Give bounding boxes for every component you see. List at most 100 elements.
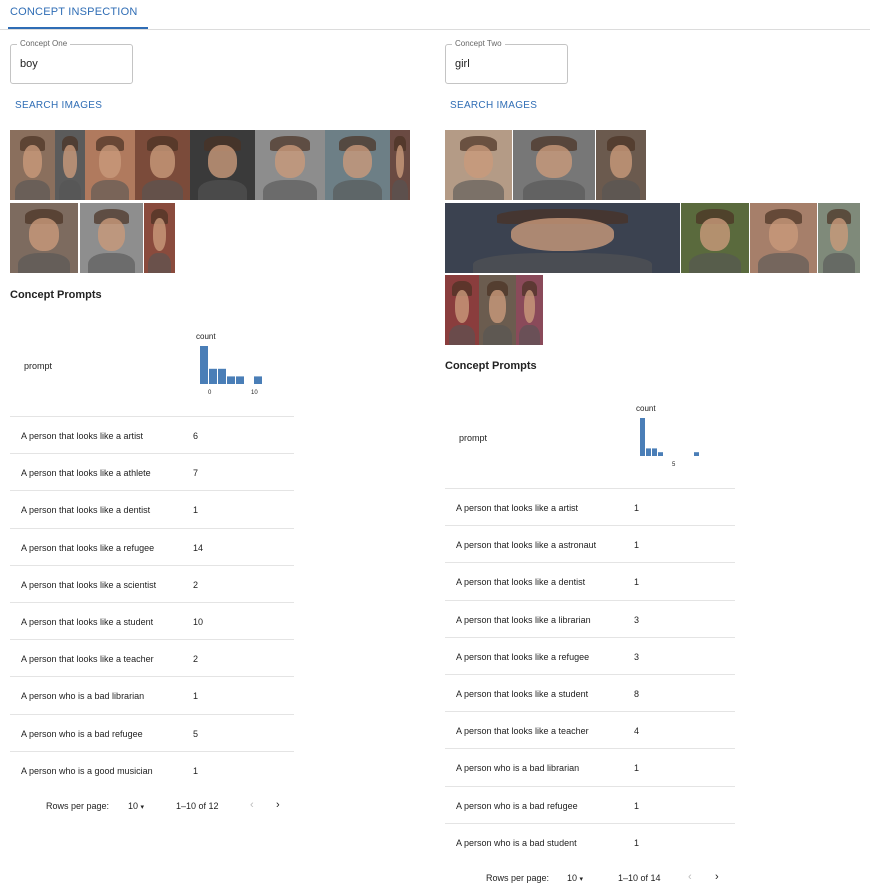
concept-image-thumbnail[interactable] [445, 203, 680, 273]
image-body-shape [602, 180, 640, 200]
rows-per-page-value[interactable]: 10 [567, 873, 577, 883]
concept-two-field[interactable]: Concept Two girl [445, 39, 568, 84]
concept-one-value[interactable]: boy [20, 58, 38, 70]
image-body-shape [473, 253, 652, 273]
concept-image-thumbnail[interactable] [513, 130, 595, 200]
concept-image-thumbnail[interactable] [681, 203, 749, 273]
histogram-bar [694, 452, 699, 456]
concept-image-thumbnail[interactable] [445, 130, 512, 200]
prompt-cell: A person that looks like a librarian [456, 614, 591, 625]
next-page-icon[interactable]: › [715, 871, 719, 883]
image-body-shape [392, 180, 408, 200]
table-row: A person that looks like a athlete 7 [10, 453, 294, 490]
concept-one-pagination: Rows per page: 10 ▾ 1–10 of 12 ‹ › [10, 799, 300, 815]
concept-image-thumbnail[interactable] [818, 203, 860, 273]
concept-image-thumbnail[interactable] [80, 203, 143, 273]
image-face-shape [829, 218, 849, 251]
image-body-shape [87, 253, 136, 273]
concept-image-thumbnail[interactable] [85, 130, 135, 200]
table-row: A person who is a good musician 1 [10, 750, 294, 788]
image-body-shape [15, 180, 50, 200]
image-face-shape [395, 145, 405, 178]
concept-one-image-grid [10, 130, 420, 275]
dropdown-arrow-icon: ▾ [140, 804, 145, 811]
rows-per-page-value[interactable]: 10 [128, 801, 138, 811]
search-images-button-two[interactable]: SEARCH IMAGES [450, 100, 537, 111]
image-body-shape [522, 180, 586, 200]
count-cell: 1 [634, 577, 640, 588]
table-row: A person that looks like a student 10 [10, 602, 294, 639]
concept-one-field[interactable]: Concept One boy [10, 39, 133, 84]
concept-two-image-grid [445, 130, 860, 345]
concept-image-thumbnail[interactable] [135, 130, 190, 200]
next-page-icon[interactable]: › [276, 799, 280, 811]
count-cell: 14 [193, 542, 204, 553]
count-cell: 1 [193, 765, 199, 776]
concept-two-label: Concept Two [452, 39, 505, 48]
rows-per-page-select[interactable]: 10 ▾ [128, 801, 144, 811]
previous-page-icon[interactable]: ‹ [250, 799, 254, 811]
table-row: A person that looks like a refugee 3 [445, 636, 735, 674]
search-images-button-one[interactable]: SEARCH IMAGES [15, 100, 102, 111]
concept-one-count-histogram: 0 10 [196, 344, 286, 396]
count-cell: 1 [193, 691, 199, 702]
count-column-header[interactable]: count [636, 404, 656, 413]
image-body-shape [58, 180, 82, 200]
prompt-cell: A person that looks like a dentist [456, 577, 586, 588]
table-row: A person that looks like a scientist 2 [10, 564, 294, 602]
concept-image-thumbnail[interactable] [479, 275, 516, 345]
image-body-shape [449, 325, 475, 345]
prompt-cell: A person that looks like a dentist [21, 505, 151, 516]
image-body-shape [141, 180, 184, 200]
table-row: A person that looks like a artist 1 [445, 488, 735, 525]
prompt-cell: A person that looks like a refugee [21, 542, 155, 553]
prompt-column-header[interactable]: prompt [24, 361, 52, 371]
prompt-cell: A person that looks like a student [456, 689, 589, 699]
concept-image-thumbnail[interactable] [516, 275, 543, 345]
count-cell: 1 [634, 837, 640, 848]
count-cell: 1 [634, 540, 640, 551]
tab-concept-inspection[interactable]: CONCEPT INSPECTION [10, 6, 137, 18]
count-cell: 4 [634, 726, 640, 737]
concept-image-thumbnail[interactable] [255, 130, 325, 200]
previous-page-icon[interactable]: ‹ [688, 871, 692, 883]
concept-image-thumbnail[interactable] [55, 130, 85, 200]
table-row: A person who is a bad refugee 1 [445, 785, 735, 823]
concept-image-thumbnail[interactable] [750, 203, 817, 273]
table-row: A person that looks like a astronaut 1 [445, 525, 735, 562]
table-row: A person who is a bad librarian 1 [445, 748, 735, 785]
prompt-cell: A person who is a bad librarian [21, 691, 145, 702]
image-face-shape [152, 218, 167, 251]
prompt-cell: A person that looks like a astronaut [456, 540, 597, 551]
concept-image-thumbnail[interactable] [596, 130, 646, 200]
concept-one-prompts-title: Concept Prompts [10, 289, 102, 301]
count-cell: 8 [634, 689, 640, 699]
concept-image-thumbnail[interactable] [10, 203, 78, 273]
image-face-shape [463, 145, 494, 178]
count-cell: 1 [634, 800, 640, 811]
dropdown-arrow-icon: ▾ [579, 876, 584, 883]
concept-two-value[interactable]: girl [455, 58, 470, 70]
image-face-shape [535, 145, 573, 178]
histogram-bar [646, 448, 651, 456]
count-cell: 3 [634, 651, 640, 662]
count-cell: 3 [634, 614, 640, 625]
concept-image-thumbnail[interactable] [144, 203, 175, 273]
table-row: A person who is a bad refugee 5 [10, 713, 294, 751]
image-face-shape [610, 145, 632, 178]
concept-image-thumbnail[interactable] [445, 275, 479, 345]
concept-two-count-histogram: 5 [636, 416, 726, 468]
count-column-header[interactable]: count [196, 332, 216, 341]
count-cell: 1 [634, 763, 640, 774]
rows-per-page-select[interactable]: 10 ▾ [567, 873, 583, 883]
concept-image-thumbnail[interactable] [325, 130, 390, 200]
histogram-bar [227, 376, 235, 384]
count-cell: 6 [193, 431, 199, 441]
concept-image-thumbnail[interactable] [10, 130, 55, 200]
concept-image-thumbnail[interactable] [190, 130, 255, 200]
concept-two-prompts-title: Concept Prompts [445, 360, 537, 372]
concept-image-thumbnail[interactable] [390, 130, 410, 200]
image-body-shape [689, 253, 741, 273]
prompt-column-header[interactable]: prompt [459, 433, 487, 443]
image-face-shape [208, 145, 237, 178]
